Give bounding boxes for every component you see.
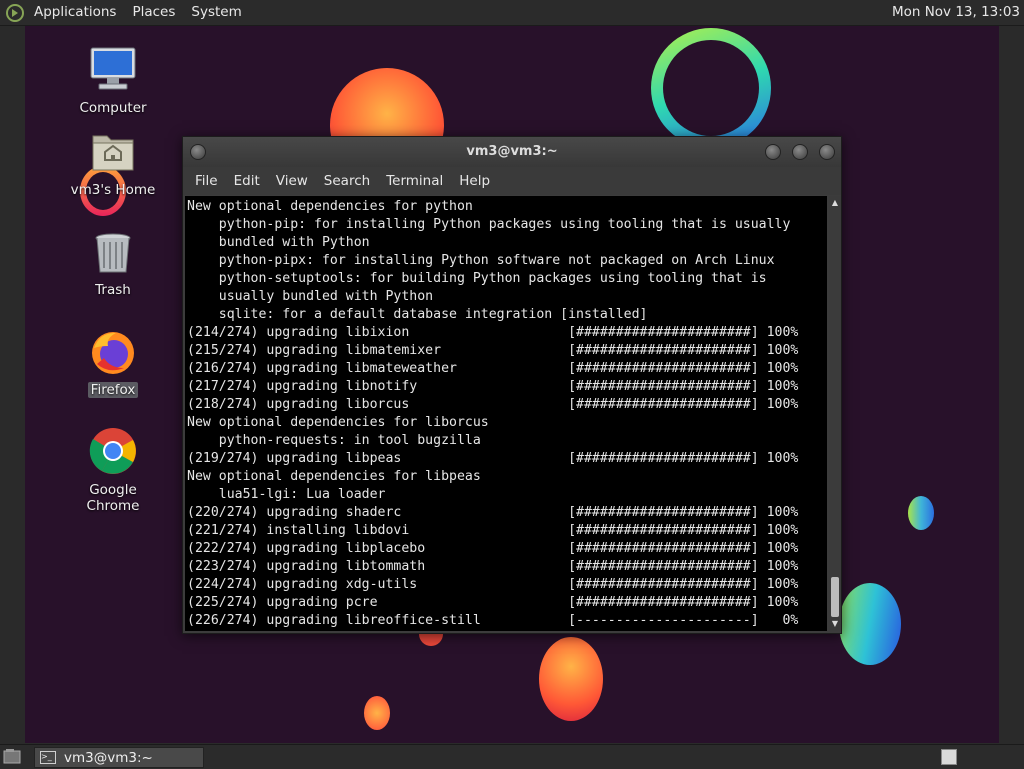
terminal-line: python-requests: in tool bugzilla bbox=[187, 433, 481, 448]
menu-help[interactable]: Help bbox=[451, 167, 498, 195]
terminal-line: (226/274) upgrading libreoffice-still [-… bbox=[187, 613, 799, 628]
terminal-window[interactable]: vm3@vm3:~ File Edit View Search Terminal… bbox=[182, 136, 842, 634]
chrome-icon bbox=[89, 428, 136, 474]
scroll-thumb[interactable] bbox=[831, 577, 839, 617]
desktop-icon-chrome[interactable]: Google Chrome bbox=[63, 426, 163, 514]
terminal-menubar: File Edit View Search Terminal Help bbox=[183, 167, 841, 195]
terminal-output[interactable]: New optional dependencies for python pyt… bbox=[185, 196, 827, 631]
window-title: vm3@vm3:~ bbox=[466, 144, 558, 159]
window-titlebar[interactable]: vm3@vm3:~ bbox=[183, 137, 841, 167]
terminal-line: (222/274) upgrading libplacebo [########… bbox=[187, 541, 799, 556]
trash-label: Trash bbox=[95, 282, 131, 298]
menu-search[interactable]: Search bbox=[316, 167, 378, 195]
show-desktop-icon[interactable] bbox=[3, 748, 21, 764]
desktop-icon-computer[interactable]: Computer bbox=[63, 46, 163, 116]
bottom-panel: >_ vm3@vm3:~ bbox=[0, 744, 1024, 769]
terminal-line: (219/274) upgrading libpeas [###########… bbox=[187, 451, 799, 466]
terminal-line: lua51-lgi: Lua loader bbox=[187, 487, 386, 502]
terminal-line: New optional dependencies for liborcus bbox=[187, 415, 489, 430]
workspace-switcher[interactable] bbox=[941, 749, 957, 765]
terminal-line: (223/274) upgrading libtommath [########… bbox=[187, 559, 799, 574]
terminal-line: sqlite: for a default database integrati… bbox=[187, 307, 648, 322]
applications-menu[interactable]: Applications bbox=[26, 0, 124, 25]
terminal-line: (221/274) installing libdovi [##########… bbox=[187, 523, 799, 538]
terminal-line: (216/274) upgrading libmateweather [####… bbox=[187, 361, 799, 376]
places-menu[interactable]: Places bbox=[124, 0, 183, 25]
chrome-label: Google Chrome bbox=[86, 482, 140, 514]
scroll-up-icon[interactable]: ▲ bbox=[830, 198, 840, 208]
clock[interactable]: Mon Nov 13, 13:03 bbox=[892, 0, 1020, 25]
computer-icon bbox=[90, 47, 136, 90]
terminal-text: New optional dependencies for python pyt… bbox=[185, 196, 827, 630]
mate-logo-icon[interactable] bbox=[6, 3, 24, 22]
firefox-icon bbox=[92, 332, 134, 374]
taskbar-terminal-button[interactable]: >_ vm3@vm3:~ bbox=[34, 747, 204, 768]
wallpaper-small-orange bbox=[364, 696, 390, 730]
terminal-line: (217/274) upgrading libnotify [#########… bbox=[187, 379, 799, 394]
terminal-line: (224/274) upgrading xdg-utils [#########… bbox=[187, 577, 799, 592]
firefox-label: Firefox bbox=[87, 382, 139, 398]
menu-file[interactable]: File bbox=[187, 167, 226, 195]
terminal-line: python-pipx: for installing Python softw… bbox=[187, 253, 775, 268]
wallpaper-green-oval bbox=[839, 583, 901, 665]
taskbar-window-label: vm3@vm3:~ bbox=[64, 749, 153, 766]
terminal-line: (225/274) upgrading pcre [##############… bbox=[187, 595, 799, 610]
terminal-line: python-setuptools: for building Python p… bbox=[187, 271, 767, 286]
scroll-down-icon[interactable]: ▼ bbox=[830, 619, 840, 629]
maximize-button[interactable] bbox=[792, 144, 808, 160]
trash-icon bbox=[95, 233, 131, 273]
home-label: vm3's Home bbox=[70, 182, 156, 198]
wallpaper-orange-oval bbox=[539, 637, 603, 721]
terminal-line: (214/274) upgrading libixion [##########… bbox=[187, 325, 799, 340]
terminal-icon: >_ bbox=[40, 751, 56, 764]
desktop-icon-trash[interactable]: Trash bbox=[63, 230, 163, 298]
terminal-line: bundled with Python bbox=[187, 235, 370, 250]
menu-view[interactable]: View bbox=[268, 167, 316, 195]
computer-label: Computer bbox=[79, 100, 147, 116]
terminal-line: (215/274) upgrading libmatemixer [######… bbox=[187, 343, 799, 358]
terminal-line: New optional dependencies for python bbox=[187, 199, 473, 214]
terminal-scrollbar[interactable]: ▲ ▼ bbox=[829, 196, 841, 631]
terminal-line: python-pip: for installing Python packag… bbox=[187, 217, 791, 232]
wallpaper-ring bbox=[651, 28, 771, 148]
minimize-button[interactable] bbox=[765, 144, 781, 160]
top-panel: Applications Places System Mon Nov 13, 1… bbox=[0, 0, 1024, 26]
top-menu: Applications Places System bbox=[0, 0, 250, 25]
desktop-icon-firefox[interactable]: Firefox bbox=[63, 328, 163, 398]
close-button[interactable] bbox=[819, 144, 835, 160]
terminal-line: New optional dependencies for libpeas bbox=[187, 469, 481, 484]
menu-terminal[interactable]: Terminal bbox=[378, 167, 451, 195]
terminal-line: usually bundled with Python bbox=[187, 289, 434, 304]
menu-edit[interactable]: Edit bbox=[226, 167, 268, 195]
terminal-line: (220/274) upgrading shaderc [###########… bbox=[187, 505, 799, 520]
wallpaper-blue-oval bbox=[908, 496, 934, 530]
home-folder-icon bbox=[92, 135, 134, 171]
terminal-line: (218/274) upgrading liborcus [##########… bbox=[187, 397, 799, 412]
system-menu[interactable]: System bbox=[183, 0, 249, 25]
desktop-icon-home[interactable]: vm3's Home bbox=[63, 130, 163, 198]
